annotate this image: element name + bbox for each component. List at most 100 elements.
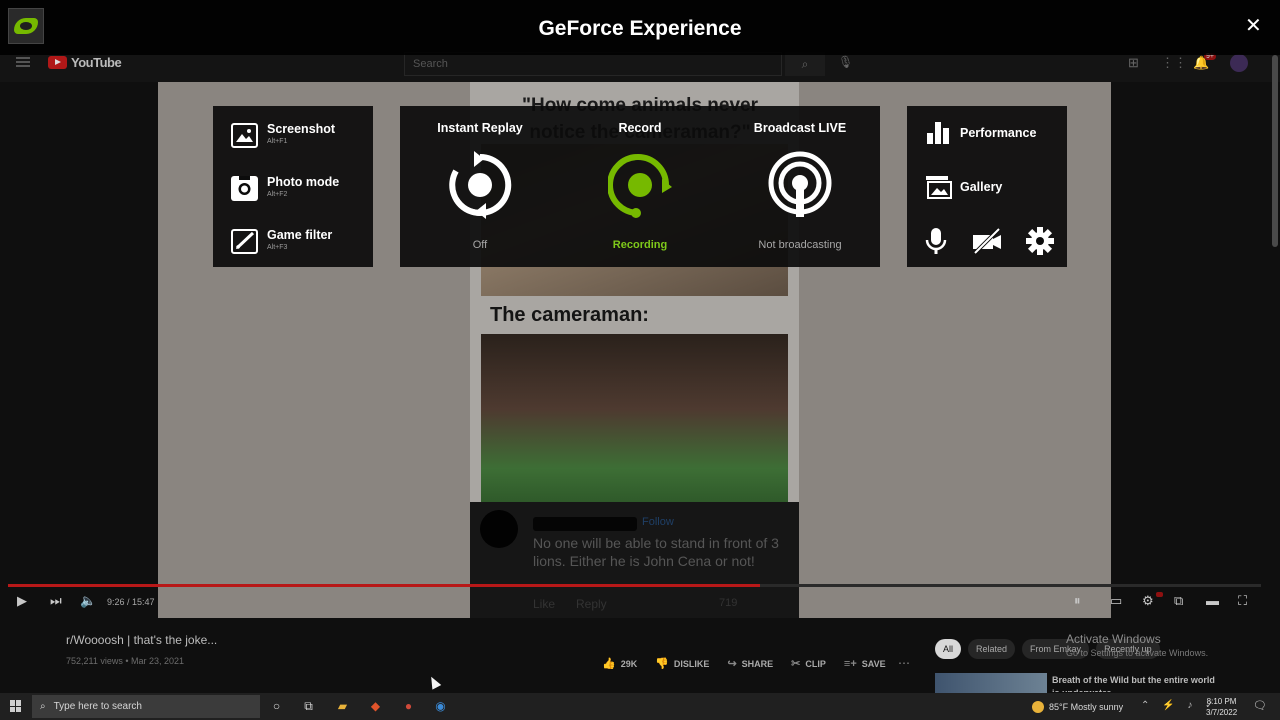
share-label: SHARE (741, 658, 774, 669)
volume-icon[interactable]: 🔈 (80, 593, 96, 609)
photo-mode-button[interactable]: Photo mode Alt+F2 (231, 174, 371, 204)
record-title: Record (618, 121, 662, 135)
weather-text: 85°F Mostly sunny (1049, 702, 1124, 712)
image-icon (231, 123, 258, 148)
create-icon[interactable]: ⊞ (1128, 55, 1139, 71)
thumbs-up-icon: 👍 (602, 658, 616, 670)
edge-icon[interactable]: ◉ (432, 698, 449, 715)
dislike-label: DISLIKE (673, 658, 710, 669)
scissors-icon: ✂ (791, 658, 801, 670)
menu-icon[interactable] (16, 57, 30, 67)
search-icon[interactable]: ⌕ (785, 52, 825, 76)
photo-mode-shortcut: Alt+F2 (267, 191, 288, 198)
avatar[interactable] (1230, 54, 1248, 72)
save-button[interactable]: ≡+ SAVE (844, 657, 886, 670)
screenshot-shortcut: Alt+F1 (267, 138, 288, 145)
seek-progress (8, 584, 760, 587)
record-status: Recording (612, 239, 668, 251)
broadcast-icon (768, 151, 832, 217)
taskbar: ⌕ Type here to search ○ ⧉ ▰ ◆ ● ◉ 85°F M… (0, 693, 1280, 720)
gallery-icon (926, 176, 952, 199)
comment-follow: Follow (642, 516, 674, 528)
comment-reactions: 719 (719, 597, 738, 609)
settings-icon[interactable]: ⚙ (1142, 593, 1154, 609)
comment-avatar (480, 510, 518, 548)
hd-badge (1156, 592, 1163, 597)
overlay-title: GeForce Experience (538, 17, 742, 40)
youtube-play-icon (48, 56, 67, 69)
apps-icon[interactable]: ⋮⋮ (1161, 55, 1187, 71)
video-title: r/Woooosh | that's the joke... (66, 633, 218, 647)
gallery-button[interactable]: Gallery (925, 173, 1065, 203)
record-button[interactable]: Record Recording (560, 106, 720, 267)
microphone-icon[interactable]: 🎙 (838, 55, 853, 69)
geforce-top-bar: GeForce Experience ✕ (0, 0, 1280, 55)
broadcast-title: Broadcast LIVE (753, 121, 847, 135)
dislike-button[interactable]: 👎 DISLIKE (655, 657, 709, 670)
game-filter-button[interactable]: Game filter Alt+F3 (231, 227, 371, 257)
microphone-icon[interactable] (921, 226, 951, 256)
search-icon: ⌕ (40, 701, 46, 712)
video-actions: 👍 29K 👎 DISLIKE ↪ SHARE ✂ CLIP ≡+ SAVE (602, 657, 886, 671)
task-view-icon[interactable]: ⧉ (300, 698, 317, 715)
playlist-add-icon: ≡+ (843, 657, 857, 670)
broadcast-button[interactable]: Broadcast LIVE Not broadcasting (720, 106, 880, 267)
youtube-logo[interactable]: YouTube (48, 55, 122, 70)
gallery-label: Gallery (960, 180, 1003, 194)
close-icon[interactable]: ✕ (1245, 16, 1262, 36)
sun-icon (1032, 701, 1044, 713)
chip-related[interactable]: Related (968, 639, 1016, 659)
screenshot-button[interactable]: Screenshot Alt+F1 (231, 121, 371, 151)
redacted-name (533, 517, 637, 531)
comment-text: No one will be able to stand in front of… (533, 535, 779, 569)
record-icon (608, 154, 672, 218)
instant-replay-button[interactable]: Instant Replay Off (400, 106, 560, 267)
notification-center-icon[interactable]: 🗨 (1253, 699, 1267, 712)
theater-icon[interactable]: ▬ (1206, 593, 1219, 608)
windows-start-icon[interactable] (10, 700, 22, 712)
miniplayer-icon[interactable]: ⧉ (1174, 593, 1183, 609)
taskbar-clock[interactable]: 8:10 PM 3/7/2022 (1206, 696, 1237, 718)
play-icon[interactable]: ▶ (17, 593, 27, 609)
like-count: 29K (620, 658, 638, 669)
like-button[interactable]: 👍 29K (602, 657, 637, 670)
seek-bar[interactable] (8, 584, 1261, 587)
share-button[interactable]: ↪ SHARE (727, 657, 773, 670)
brave-browser-icon[interactable]: ◆ (367, 698, 384, 715)
photo-mode-label: Photo mode (267, 175, 340, 189)
clip-label: CLIP (805, 658, 826, 669)
game-filter-label: Game filter (267, 228, 333, 242)
game-filter-shortcut: Alt+F3 (267, 244, 288, 251)
cortana-icon[interactable]: ○ (268, 698, 285, 715)
mouse-cursor (426, 674, 442, 690)
comment-reply: Reply (576, 597, 607, 611)
settings-icon[interactable] (1025, 226, 1055, 256)
record-panel: Instant Replay Off Record Recording Broa… (400, 106, 880, 267)
camera-icon (231, 176, 258, 201)
search-input[interactable]: Search (404, 52, 782, 76)
autoplay-toggle-icon[interactable]: ⏸ (1074, 593, 1081, 609)
save-label: SAVE (861, 658, 886, 669)
more-icon[interactable]: ⋯ (898, 656, 910, 670)
chip-all[interactable]: All (935, 639, 962, 659)
captions-icon[interactable]: ▭ (1110, 593, 1122, 609)
recommendation-title[interactable]: Breath of the Wild but the entire world … (1052, 674, 1222, 692)
taskbar-search[interactable]: ⌕ Type here to search (32, 695, 260, 718)
file-explorer-icon[interactable]: ▰ (334, 698, 351, 715)
share-icon: ↪ (727, 658, 737, 670)
screen: YouTube Search ⌕ 🎙 ⊞ ⋮⋮ 🔔 9+ "How come a… (0, 0, 1280, 720)
weather-widget[interactable]: 85°F Mostly sunny (1032, 701, 1123, 713)
recommendation-thumbnail[interactable] (935, 673, 1047, 693)
app-icon[interactable]: ● (400, 698, 417, 715)
thumbs-down-icon: 👎 (655, 658, 669, 670)
fullscreen-icon[interactable]: ⛶ (1238, 593, 1247, 609)
scrollbar[interactable] (1272, 55, 1278, 247)
screenshot-label: Screenshot (267, 122, 336, 136)
camera-off-icon[interactable] (972, 226, 1002, 256)
instant-replay-title: Instant Replay (437, 121, 523, 135)
performance-button[interactable]: Performance (925, 119, 1065, 149)
cameraman-image (481, 334, 788, 502)
clip-button[interactable]: ✂ CLIP (791, 657, 826, 670)
next-icon[interactable]: ⏭ (50, 593, 62, 609)
instant-replay-icon (449, 151, 512, 219)
